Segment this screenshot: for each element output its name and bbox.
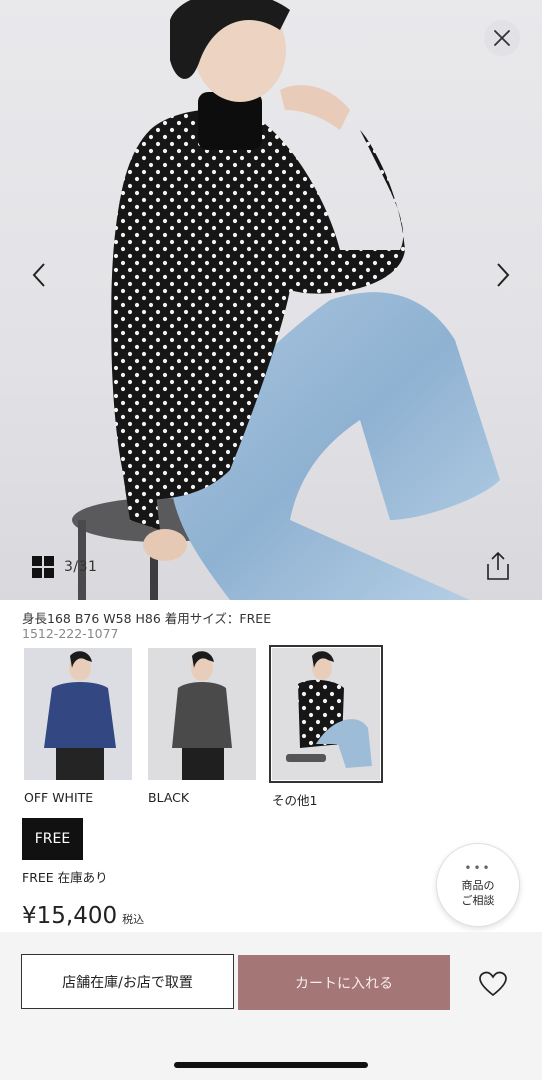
close-button[interactable] — [484, 20, 520, 56]
product-image-gallery[interactable]: 3/31 — [0, 0, 542, 600]
color-option-other-1[interactable]: その他1 — [269, 645, 384, 809]
product-photo — [72, 0, 500, 600]
store-stock-button[interactable]: 店舗在庫/お店で取置 — [21, 954, 234, 1009]
color-label: BLACK — [148, 790, 190, 805]
share-icon — [487, 551, 509, 580]
color-label: OFF WHITE — [24, 790, 94, 805]
color-label: その他1 — [272, 793, 318, 808]
share-button[interactable] — [484, 550, 512, 582]
color-thumbnail — [269, 645, 383, 783]
color-thumbnail — [148, 648, 256, 780]
size-option-free[interactable]: FREE — [22, 818, 83, 860]
previous-image-button[interactable] — [24, 258, 54, 292]
add-to-cart-button[interactable]: カートに入れる — [238, 955, 450, 1010]
tax-label: 税込 — [122, 913, 145, 926]
home-indicator — [174, 1062, 368, 1068]
product-code: 1512-222-1077 — [22, 626, 119, 641]
consult-label-line1: 商品の — [461, 879, 495, 892]
heart-icon — [479, 971, 507, 997]
grid-view-button[interactable] — [30, 554, 56, 580]
price-amount: ¥15,400 — [22, 903, 118, 929]
favorite-button[interactable] — [478, 970, 508, 998]
model-info: 身長168 B76 W58 H86 着用サイズ：FREE — [22, 611, 272, 626]
color-option-off-white[interactable]: OFF WHITE — [24, 648, 136, 805]
chevron-left-icon — [32, 263, 45, 287]
next-image-button[interactable] — [488, 258, 518, 292]
bottom-action-bar: 店舗在庫/お店で取置 カートに入れる — [0, 932, 542, 1080]
color-thumbnail — [24, 648, 132, 780]
image-counter: 3/31 — [64, 559, 98, 575]
color-option-black[interactable]: BLACK — [148, 648, 260, 805]
more-dots-icon: ••• — [464, 861, 492, 875]
price: ¥15,400 税込 — [22, 903, 144, 929]
consult-label-line2: ご相談 — [461, 894, 495, 907]
chevron-right-icon — [497, 263, 510, 287]
close-icon — [494, 30, 510, 46]
stock-status: FREE 在庫あり — [22, 870, 108, 885]
product-consult-button[interactable]: ••• 商品の ご相談 — [436, 843, 520, 927]
color-options: OFF WHITE BLACK その他1 — [22, 645, 442, 809]
